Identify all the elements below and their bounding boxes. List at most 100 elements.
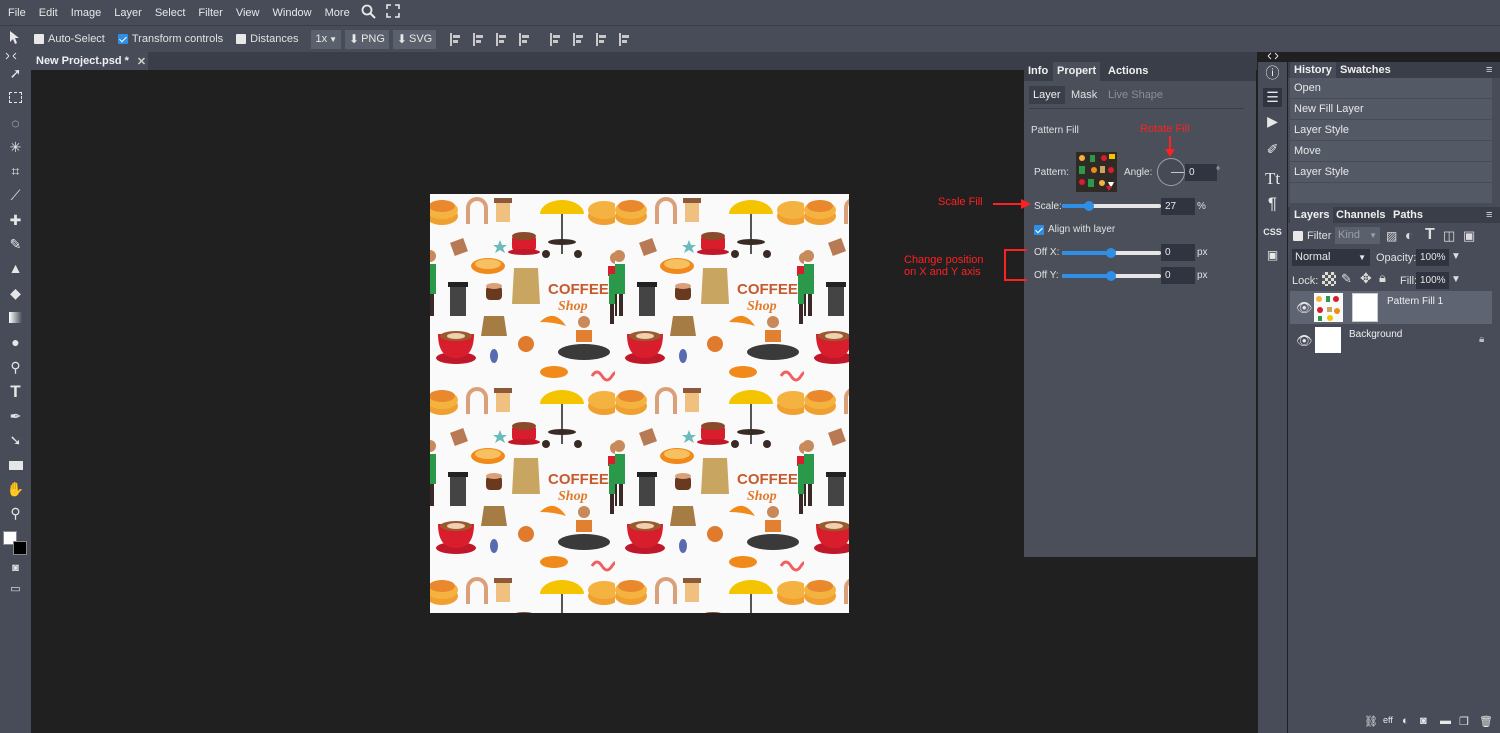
- distribute-horizontal-icon[interactable]: [519, 32, 530, 46]
- hand-tool-icon[interactable]: ✋: [6, 480, 25, 499]
- offset-x-input[interactable]: 0: [1161, 244, 1195, 261]
- angle-input[interactable]: 0: [1185, 164, 1217, 181]
- panel-menu-icon[interactable]: ≡: [1486, 209, 1492, 221]
- add-mask-icon[interactable]: ◙: [1420, 715, 1427, 727]
- kind-dropdown[interactable]: Kind ▼: [1335, 227, 1380, 244]
- align-middle-icon[interactable]: [573, 32, 584, 46]
- screen-mode-icon[interactable]: ▭: [6, 580, 25, 599]
- menu-view[interactable]: View: [236, 7, 260, 19]
- filter-checkbox[interactable]: Filter: [1293, 230, 1331, 242]
- new-layer-icon[interactable]: ❐: [1459, 715, 1469, 728]
- tab-paths[interactable]: Paths: [1389, 207, 1427, 223]
- gradient-tool-icon[interactable]: [6, 309, 25, 328]
- align-left-icon[interactable]: [450, 32, 461, 46]
- tab-history[interactable]: History: [1290, 62, 1336, 78]
- quick-mask-icon[interactable]: ◙: [6, 559, 25, 578]
- image-icon[interactable]: ▣: [1263, 246, 1282, 265]
- blur-tool-icon[interactable]: ●: [6, 333, 25, 352]
- eyedropper-icon[interactable]: ⟋: [6, 186, 25, 205]
- scale-slider[interactable]: [1062, 201, 1161, 211]
- fill-dropdown-icon[interactable]: ▼: [1451, 274, 1461, 285]
- history-item[interactable]: Open: [1290, 78, 1492, 98]
- align-with-layer-checkbox[interactable]: Align with layer: [1034, 224, 1115, 235]
- history-item[interactable]: New Fill Layer: [1290, 99, 1492, 119]
- css-icon[interactable]: CSS: [1263, 223, 1282, 242]
- paragraph-icon[interactable]: ¶: [1263, 194, 1282, 213]
- subtab-layer[interactable]: Layer: [1029, 86, 1065, 104]
- layer-mask-thumbnail[interactable]: [1352, 293, 1378, 322]
- align-bottom-icon[interactable]: [596, 32, 607, 46]
- scale-slider-knob[interactable]: [1084, 201, 1094, 211]
- layer-row-pattern-fill[interactable]: 👁︎ Pattern Fill 1: [1290, 291, 1492, 324]
- opacity-input[interactable]: 100%: [1416, 249, 1449, 266]
- actions-icon[interactable]: ▶: [1263, 112, 1282, 131]
- angle-dial[interactable]: [1157, 158, 1185, 186]
- document-canvas[interactable]: COFFEE Shop: [430, 194, 849, 613]
- tab-layers[interactable]: Layers: [1290, 207, 1334, 223]
- filter-pixel-icon[interactable]: ▨: [1386, 229, 1397, 243]
- menu-more[interactable]: More: [325, 7, 350, 19]
- lock-all-icon[interactable]: 🔒︎: [1379, 270, 1386, 286]
- lock-move-icon[interactable]: ✥: [1360, 270, 1372, 287]
- text-tool-icon[interactable]: T: [6, 382, 25, 401]
- auto-select-checkbox[interactable]: Auto-Select: [34, 33, 105, 45]
- crop-tool-icon[interactable]: ⌗: [6, 162, 25, 181]
- align-center-icon[interactable]: [473, 32, 484, 46]
- layer-effects-icon[interactable]: eff: [1383, 715, 1393, 725]
- transform-controls-checkbox[interactable]: Transform controls: [117, 33, 223, 45]
- scale-input[interactable]: 27: [1161, 198, 1195, 215]
- history-item[interactable]: Layer Style: [1290, 120, 1492, 140]
- layer-name[interactable]: Pattern Fill 1: [1387, 296, 1443, 307]
- menu-edit[interactable]: Edit: [39, 7, 58, 19]
- align-right-icon[interactable]: [496, 32, 507, 46]
- filter-shape-icon[interactable]: ◫: [1443, 228, 1455, 244]
- filter-adjustment-icon[interactable]: ◐: [1405, 227, 1413, 243]
- history-item[interactable]: Layer Style: [1290, 162, 1492, 182]
- tab-channels[interactable]: Channels: [1332, 207, 1390, 223]
- tab-info[interactable]: Info: [1024, 62, 1052, 81]
- subtab-live-shape[interactable]: Live Shape: [1104, 86, 1167, 104]
- delete-layer-icon[interactable]: 🗑︎: [1479, 715, 1493, 728]
- character-icon[interactable]: Tt: [1263, 169, 1282, 188]
- menu-file[interactable]: File: [8, 7, 26, 19]
- path-select-icon[interactable]: ➘: [6, 431, 25, 450]
- pen-tool-icon[interactable]: ✒: [6, 407, 25, 426]
- history-item[interactable]: Move: [1290, 141, 1492, 161]
- healing-brush-icon[interactable]: ✚: [6, 211, 25, 230]
- layer-row-background[interactable]: 👁︎ Background 🔒︎: [1290, 324, 1492, 357]
- filter-smart-object-icon[interactable]: ▣: [1463, 228, 1475, 244]
- lasso-tool-icon[interactable]: ◌: [6, 114, 25, 133]
- collapse-arrows-icon[interactable]: [1266, 52, 1280, 60]
- background-color-swatch[interactable]: [13, 541, 27, 555]
- tab-swatches[interactable]: Swatches: [1336, 62, 1395, 78]
- brush-settings-icon[interactable]: ✐: [1263, 140, 1282, 159]
- offset-x-slider-knob[interactable]: [1106, 248, 1116, 258]
- brush-tool-icon[interactable]: ✎: [6, 235, 25, 254]
- filter-text-icon[interactable]: T: [1425, 226, 1435, 244]
- fill-input[interactable]: 100%: [1416, 272, 1449, 289]
- properties-icon[interactable]: ☰: [1263, 88, 1282, 107]
- shape-tool-icon[interactable]: [6, 456, 25, 475]
- eye-icon[interactable]: 👁︎: [1296, 300, 1313, 316]
- distribute-vertical-icon[interactable]: [619, 32, 630, 46]
- offset-y-slider-knob[interactable]: [1106, 271, 1116, 281]
- opacity-dropdown-icon[interactable]: ▼: [1451, 251, 1461, 262]
- offset-y-slider[interactable]: [1062, 271, 1161, 281]
- layer-name[interactable]: Background: [1349, 329, 1402, 340]
- pattern-thumbnail[interactable]: [1076, 152, 1117, 192]
- info-icon[interactable]: ⓘ: [1263, 64, 1282, 83]
- stamp-tool-icon[interactable]: ▲: [6, 259, 25, 278]
- export-svg-button[interactable]: ⬇ SVG: [392, 29, 437, 49]
- menu-select[interactable]: Select: [155, 7, 186, 19]
- search-icon[interactable]: [361, 4, 376, 22]
- tab-actions[interactable]: Actions: [1104, 62, 1152, 81]
- new-group-icon[interactable]: ▬: [1440, 715, 1451, 727]
- expand-arrows-icon[interactable]: [4, 52, 18, 60]
- eraser-tool-icon[interactable]: ◆: [6, 284, 25, 303]
- dodge-tool-icon[interactable]: ⚲: [6, 358, 25, 377]
- offset-x-slider[interactable]: [1062, 248, 1161, 258]
- link-layers-icon[interactable]: ⛓: [1364, 715, 1378, 728]
- subtab-mask[interactable]: Mask: [1067, 86, 1101, 104]
- lock-transparency-icon[interactable]: [1322, 272, 1336, 286]
- document-tab[interactable]: New Project.psd * ✕: [31, 52, 148, 70]
